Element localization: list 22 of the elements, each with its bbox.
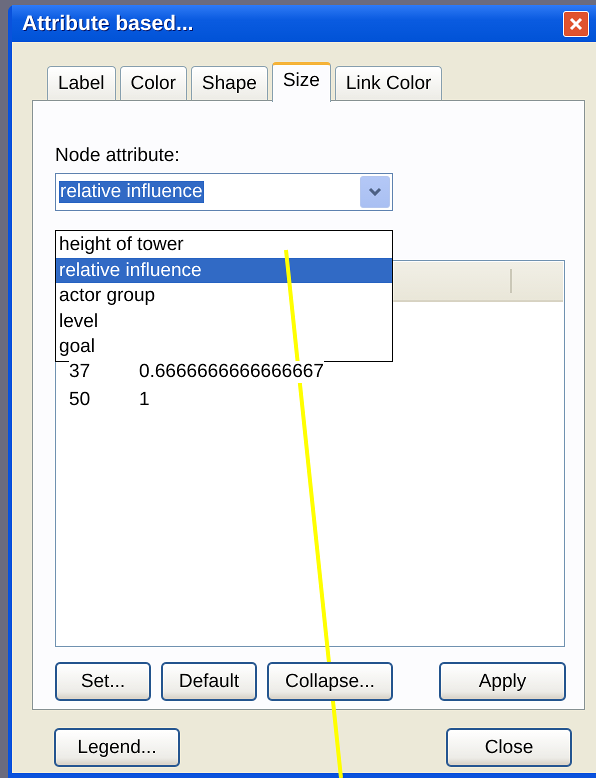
field-label: Node attribute: <box>55 145 181 167</box>
dialog-button[interactable]: Collapse... <box>267 662 393 701</box>
tab[interactable]: Shape <box>190 66 268 100</box>
close-icon[interactable] <box>563 10 589 36</box>
attribute-dropdown[interactable]: relative influence <box>55 173 393 211</box>
dropdown-option[interactable]: actor group <box>56 283 392 308</box>
dialog-button[interactable]: Legend... <box>54 728 180 767</box>
dropdown-option[interactable]: goal <box>56 334 392 360</box>
tab[interactable]: Label <box>47 66 116 100</box>
chevron-down-icon[interactable] <box>360 176 390 208</box>
dropdown-option[interactable]: relative influence <box>56 258 392 283</box>
table-cell: 0.6666666666666667 <box>139 361 324 383</box>
dialog-button[interactable]: Default <box>161 662 257 701</box>
tab[interactable]: Color <box>120 66 187 100</box>
dropdown-option[interactable]: level <box>56 308 392 334</box>
dialog-button[interactable]: Apply <box>439 662 566 701</box>
window-title: Attribute based... <box>22 12 194 36</box>
tab[interactable]: Size <box>272 62 331 102</box>
dropdown-option[interactable]: height of tower <box>56 232 392 258</box>
dialog-button[interactable]: Set... <box>55 662 151 701</box>
tab[interactable]: Link Color <box>334 66 442 100</box>
dialog-button[interactable]: Close <box>446 728 572 767</box>
